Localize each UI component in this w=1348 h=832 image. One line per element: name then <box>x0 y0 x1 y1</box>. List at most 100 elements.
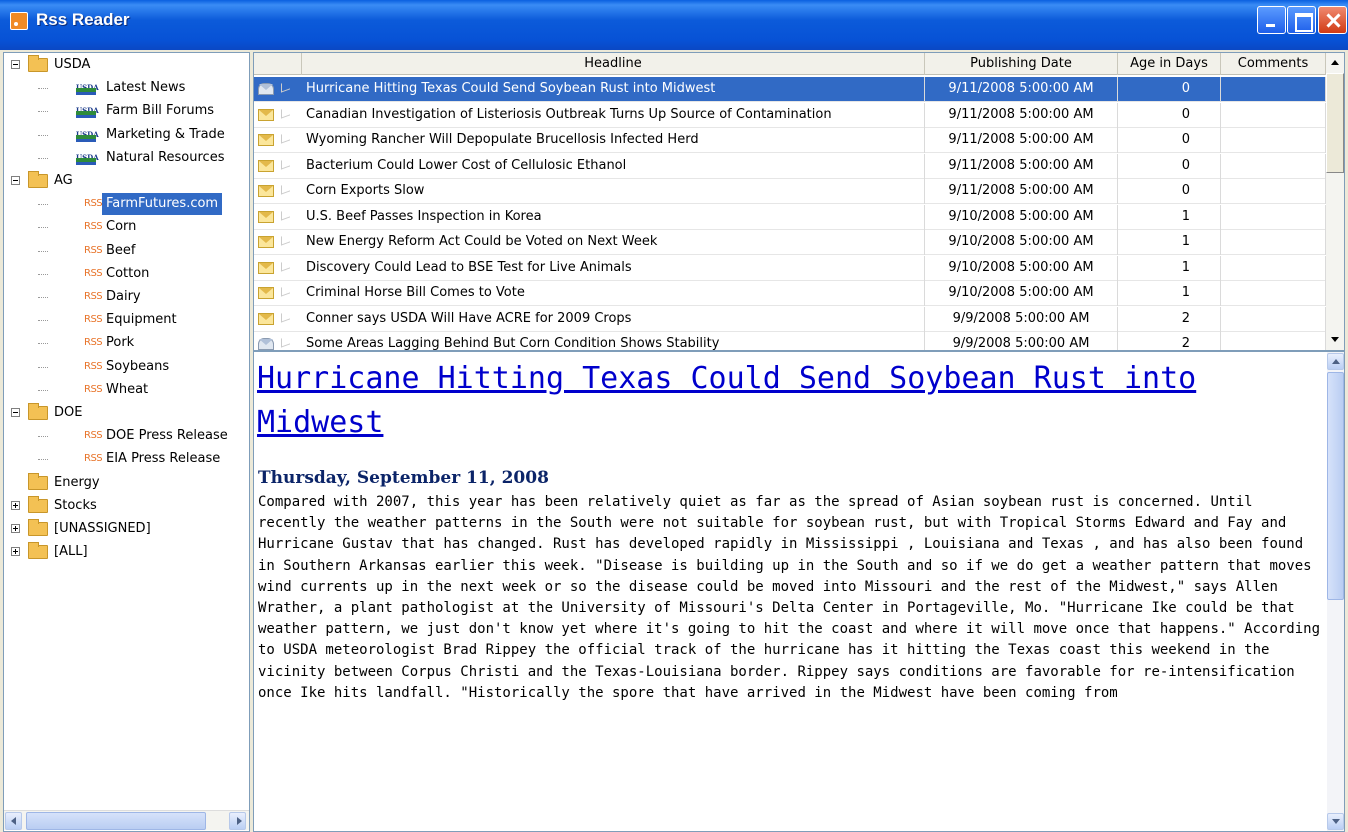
flag-icon[interactable] <box>281 235 291 247</box>
headline-cell: Canadian Investigation of Listeriosis Ou… <box>302 102 925 128</box>
date-cell: 9/11/2008 5:00:00 AM <box>925 102 1118 128</box>
date-cell: 9/11/2008 5:00:00 AM <box>925 153 1118 179</box>
article-vertical-scrollbar[interactable] <box>1327 352 1344 831</box>
table-row[interactable]: New Energy Reform Act Could be Voted on … <box>254 230 1326 255</box>
collapse-icon[interactable] <box>11 176 20 185</box>
usda-feed-icon: USDA <box>76 80 99 96</box>
headline-cell: Hurricane Hitting Texas Could Send Soybe… <box>302 77 925 102</box>
flag-icon[interactable] <box>281 261 291 273</box>
flag-icon[interactable] <box>281 159 291 171</box>
tree-node-label: AG <box>54 173 73 188</box>
tree-node[interactable]: USDA Latest News <box>4 77 249 99</box>
scroll-thumb[interactable] <box>26 812 206 830</box>
tree-node-label: Natural Resources <box>106 149 225 165</box>
tree-connector <box>38 111 48 113</box>
tree-node[interactable]: [UNASSIGNED] <box>4 518 249 540</box>
flag-icon[interactable] <box>281 337 291 349</box>
tree-node[interactable]: RSS FarmFutures.com <box>4 193 249 216</box>
scroll-up-arrow-icon[interactable] <box>1327 353 1344 370</box>
tree-node[interactable]: RSS Dairy <box>4 286 249 308</box>
expand-icon[interactable] <box>11 500 20 510</box>
column-header-icons[interactable] <box>254 53 302 75</box>
table-row[interactable]: Canadian Investigation of Listeriosis Ou… <box>254 102 1326 128</box>
column-header-comments[interactable]: Comments <box>1221 53 1326 75</box>
scroll-left-arrow-icon[interactable] <box>5 812 22 830</box>
table-row[interactable]: Some Areas Lagging Behind But Corn Condi… <box>254 332 1326 350</box>
age-cell: 1 <box>1118 255 1221 281</box>
tree-node-label: Beef <box>106 242 136 258</box>
tree-connector <box>38 389 48 391</box>
date-cell: 9/10/2008 5:00:00 AM <box>925 281 1118 306</box>
tree-node[interactable]: DOE <box>4 402 249 424</box>
minimize-button[interactable] <box>1257 6 1286 34</box>
tree-node[interactable]: RSS Pork <box>4 332 249 354</box>
tree-horizontal-scrollbar[interactable] <box>4 810 249 830</box>
flag-icon[interactable] <box>281 133 291 145</box>
scroll-thumb[interactable] <box>1327 372 1344 600</box>
collapse-icon[interactable] <box>11 408 20 417</box>
table-row[interactable]: Wyoming Rancher Will Depopulate Brucello… <box>254 128 1326 153</box>
scroll-thumb[interactable] <box>1326 73 1344 173</box>
maximize-button[interactable] <box>1287 6 1316 34</box>
expand-icon[interactable] <box>11 547 20 557</box>
tree-connector <box>38 157 48 159</box>
table-row[interactable]: Conner says USDA Will Have ACRE for 2009… <box>254 306 1326 332</box>
flag-icon[interactable] <box>281 286 291 298</box>
tree-node[interactable]: USDA Marketing & Trade <box>4 124 249 146</box>
tree-node[interactable]: Stocks <box>4 495 249 517</box>
column-header-date[interactable]: Publishing Date <box>925 53 1118 75</box>
tree-node[interactable]: RSS Beef <box>4 240 249 262</box>
table-row[interactable]: Discovery Could Lead to BSE Test for Liv… <box>254 255 1326 281</box>
tree-connector <box>38 88 48 90</box>
flag-icon[interactable] <box>281 312 291 324</box>
collapse-icon[interactable] <box>11 60 20 69</box>
tree-node[interactable]: RSS Equipment <box>4 309 249 331</box>
flag-icon[interactable] <box>281 210 291 222</box>
table-row[interactable]: Criminal Horse Bill Comes to Vote 9/10/20… <box>254 281 1326 306</box>
date-cell: 9/9/2008 5:00:00 AM <box>925 332 1118 350</box>
scroll-right-arrow-icon[interactable] <box>229 812 246 830</box>
rss-feed-icon: RSS <box>84 291 103 302</box>
tree-node-label: Equipment <box>106 312 177 328</box>
tree-node-label: [ALL] <box>54 544 88 560</box>
tree-node[interactable]: USDA Natural Resources <box>4 147 249 169</box>
usda-feed-icon: USDA <box>76 127 99 143</box>
usda-stripe <box>76 161 96 165</box>
table-row[interactable]: Hurricane Hitting Texas Could Send Soybe… <box>254 77 1326 102</box>
tree-node[interactable]: AG <box>4 170 249 192</box>
expand-icon[interactable] <box>11 524 20 533</box>
rss-feed-icon: RSS <box>84 360 103 372</box>
usda-stripe <box>76 115 96 119</box>
flag-icon[interactable] <box>281 82 291 94</box>
feed-tree[interactable]: USDAUSDALatest NewsUSDAFarm Bill ForumsU… <box>3 52 250 832</box>
close-button[interactable] <box>1318 6 1347 34</box>
tree-node[interactable]: RSS EIA Press Release <box>4 448 249 470</box>
tree-node[interactable]: RSS Wheat <box>4 379 249 401</box>
rss-feed-icon: RSS <box>84 453 103 465</box>
scroll-down-arrow-icon[interactable] <box>1327 813 1344 830</box>
age-cell: 2 <box>1118 306 1221 332</box>
table-row[interactable]: Corn Exports Slow 9/11/2008 5:00:00 AM 0 <box>254 179 1326 204</box>
table-row[interactable]: U.S. Beef Passes Inspection in Korea 9/10… <box>254 204 1326 230</box>
tree-node[interactable]: RSS Soybeans <box>4 356 249 378</box>
title-bar[interactable]: Rss Reader <box>0 0 1348 50</box>
tree-node[interactable]: RSS Corn <box>4 216 249 238</box>
column-header-headline[interactable]: Headline <box>302 53 925 75</box>
rss-feed-icon: RSS <box>84 383 103 395</box>
rss-app-icon <box>10 12 28 30</box>
tree-node-label: Soybeans <box>106 358 170 374</box>
table-row[interactable]: Bacterium Could Lower Cost of Cellulosic… <box>254 153 1326 179</box>
tree-node[interactable]: RSS Cotton <box>4 263 249 285</box>
grid-vertical-scrollbar[interactable] <box>1326 53 1344 350</box>
tree-node[interactable]: USDA <box>4 54 249 76</box>
article-title-link[interactable]: Hurricane Hitting Texas Could Send Soybe… <box>257 357 1317 445</box>
tree-node[interactable]: USDA Farm Bill Forums <box>4 100 249 122</box>
scroll-up-arrow-icon[interactable] <box>1326 53 1344 73</box>
flag-icon[interactable] <box>281 108 291 120</box>
flag-icon[interactable] <box>281 184 291 196</box>
tree-node[interactable]: [ALL] <box>4 541 249 563</box>
tree-node[interactable]: RSS DOE Press Release <box>4 425 249 447</box>
column-header-age[interactable]: Age in Days <box>1118 53 1221 75</box>
tree-node[interactable]: Energy <box>4 472 249 494</box>
scroll-down-arrow-icon[interactable] <box>1326 330 1344 350</box>
